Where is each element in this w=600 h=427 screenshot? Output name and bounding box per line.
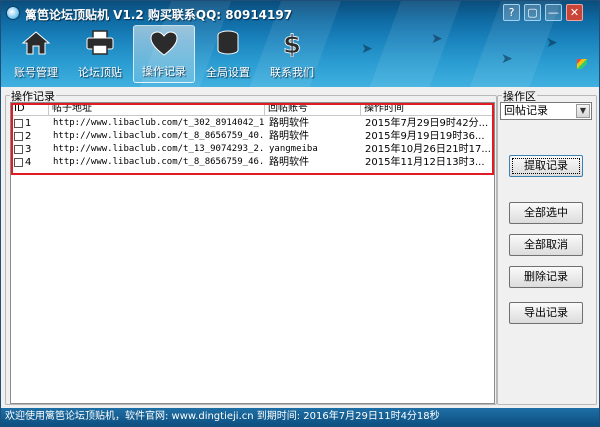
minimize-button[interactable]: — — [545, 4, 562, 21]
tool-label: 联系我们 — [270, 66, 314, 79]
fetch-records-button[interactable]: 提取记录 — [509, 155, 583, 177]
svg-text:$: $ — [283, 30, 301, 57]
highlight-box — [11, 103, 494, 175]
tool-operation-records[interactable]: 操作记录 — [133, 25, 195, 83]
restore-button[interactable]: ▢ — [524, 4, 541, 21]
cancel-all-button[interactable]: 全部取消 — [509, 234, 583, 256]
main-toolbar: 账号管理 论坛顶贴 操作记录 全局设置 $ 联系我们 — [5, 25, 565, 83]
tool-forum-bump[interactable]: 论坛顶贴 — [69, 25, 131, 83]
close-button[interactable]: ✕ — [566, 4, 583, 21]
select-value: 回帖记录 — [504, 104, 548, 117]
chevron-down-icon[interactable]: ▼ — [576, 104, 590, 118]
tool-account-manage[interactable]: 账号管理 — [5, 25, 67, 83]
app-window: ➤ ➤ ➤ ➤ 篱笆论坛顶贴机 V1.2 购买联系QQ: 80914197 ? … — [0, 0, 600, 427]
delete-records-button[interactable]: 删除记录 — [509, 266, 583, 288]
help-button[interactable]: ? — [503, 4, 520, 21]
coins-icon — [217, 30, 239, 55]
record-type-select[interactable]: 回帖记录 ▼ — [500, 102, 592, 120]
tool-contact-us[interactable]: $ 联系我们 — [261, 25, 323, 83]
title-bar[interactable]: 篱笆论坛顶贴机 V1.2 购买联系QQ: 80914197 ? ▢ — ✕ — [1, 1, 599, 25]
window-title: 篱笆论坛顶贴机 V1.2 购买联系QQ: 80914197 — [25, 8, 293, 22]
status-bar: 欢迎使用篱笆论坛顶贴机，软件官网: www.dingtieji.cn 到期时间:… — [1, 408, 599, 426]
tool-label: 操作记录 — [142, 65, 186, 78]
tool-label: 账号管理 — [14, 66, 58, 79]
header-banner: ➤ ➤ ➤ ➤ 篱笆论坛顶贴机 V1.2 购买联系QQ: 80914197 ? … — [1, 1, 599, 87]
heart-icon — [150, 31, 178, 56]
export-records-button[interactable]: 导出记录 — [509, 302, 583, 324]
tool-label: 全局设置 — [206, 66, 250, 79]
skin-icon[interactable] — [577, 59, 587, 69]
dollar-icon: $ — [283, 30, 302, 57]
app-logo-icon — [6, 6, 20, 20]
select-all-button[interactable]: 全部选中 — [509, 202, 583, 224]
tool-label: 论坛顶贴 — [78, 66, 122, 79]
tool-global-settings[interactable]: 全局设置 — [197, 25, 259, 83]
printer-icon — [86, 30, 114, 55]
home-icon — [21, 31, 51, 55]
